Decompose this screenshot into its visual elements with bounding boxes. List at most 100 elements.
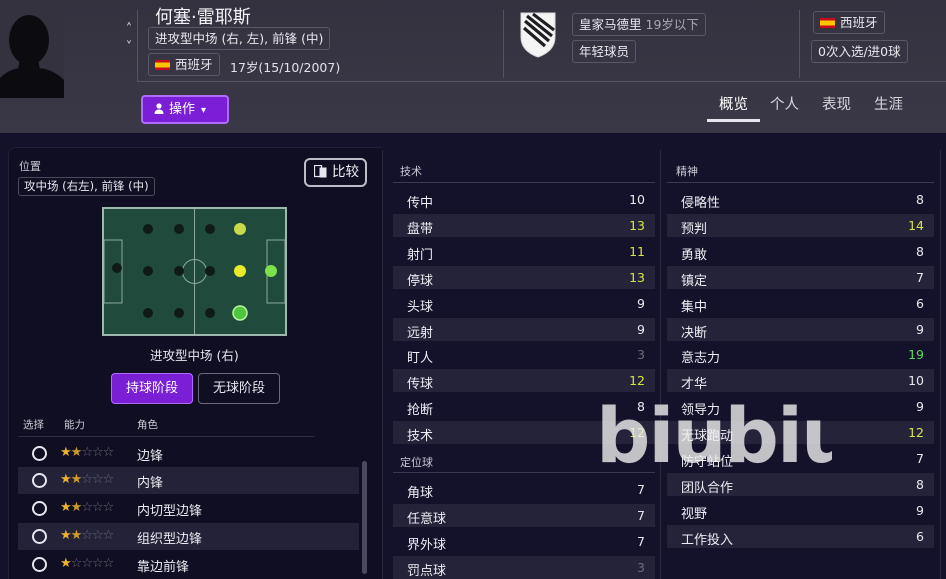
attribute-name: 无球跑动 (681, 429, 734, 445)
attribute-name: 视野 (681, 506, 708, 522)
technical-title: 技术 (400, 165, 422, 178)
actions-button[interactable]: 操作 ▾ (141, 95, 229, 124)
role-row[interactable]: ★★☆☆☆ 边锋 (18, 440, 359, 467)
role-row[interactable]: ★★☆☆☆ 内锋 (18, 467, 359, 494)
attribute-name: 技术 (407, 429, 434, 445)
attribute-value: 8 (916, 243, 924, 259)
set-pieces-title: 定位球 (400, 456, 433, 469)
star-icon: ☆ (70, 556, 83, 571)
attribute-row[interactable]: 盯人 3 (393, 343, 655, 366)
roles-scrollbar[interactable] (362, 461, 367, 574)
roles-header-rule (18, 436, 314, 437)
attribute-name: 角球 (407, 486, 434, 501)
role-row[interactable]: ★★☆☆☆ 内切型边锋 (18, 495, 359, 522)
club-crest-icon[interactable] (519, 11, 557, 59)
star-icon: ★ (70, 500, 83, 515)
attribute-row[interactable]: 罚点球 3 (393, 555, 655, 579)
compare-button-label: 比较 (332, 164, 359, 180)
role-radio[interactable] (32, 529, 47, 544)
attribute-row[interactable]: 无球跑动 12 (667, 421, 934, 445)
attribute-row[interactable]: 远射 9 (393, 317, 655, 341)
attribute-row[interactable]: 停球 13 (393, 265, 655, 289)
tab-career[interactable]: 生涯 (874, 93, 903, 114)
attribute-row[interactable]: 技术 12 (393, 421, 655, 445)
star-icon: ☆ (91, 500, 104, 515)
tab-overview[interactable]: 概览 (719, 93, 748, 114)
position-pitch[interactable] (102, 207, 287, 336)
attribute-value: 6 (916, 528, 924, 544)
player-name: 何塞·雷耶斯 (155, 7, 251, 28)
attribute-row[interactable]: 传球 12 (393, 369, 655, 393)
attribute-name: 抢断 (407, 403, 434, 419)
attribute-row[interactable]: 传中 10 (393, 188, 655, 211)
attribute-row[interactable]: 勇敢 8 (667, 240, 934, 263)
national-team-chip[interactable]: 西班牙 (813, 11, 885, 34)
star-icon: ☆ (81, 528, 93, 543)
attribute-value: 8 (637, 399, 645, 415)
attribute-name: 盘带 (407, 221, 434, 237)
attribute-row[interactable]: 任意球 7 (393, 503, 655, 527)
compare-button[interactable]: 比较 (304, 158, 367, 187)
role-row[interactable]: ★☆☆☆☆ 靠边前锋 (18, 551, 359, 578)
attribute-row[interactable]: 角球 7 (393, 478, 655, 501)
out-of-possession-tab[interactable]: 无球阶段 (198, 373, 280, 404)
club-chip[interactable]: 皇家马德里 19岁以下 (572, 13, 706, 36)
star-icon: ☆ (102, 445, 115, 460)
attribute-row[interactable]: 镇定 7 (667, 265, 934, 289)
attribute-row[interactable]: 才华 10 (667, 369, 934, 393)
attribute-value: 14 (908, 217, 924, 233)
role-radio[interactable] (32, 473, 47, 488)
international-caps: 0次入选/进0球 (811, 40, 908, 63)
active-tab-indicator (707, 119, 760, 122)
attribute-row[interactable]: 防守站位 7 (667, 447, 934, 470)
attribute-row[interactable]: 头球 9 (393, 292, 655, 315)
role-ability-stars: ★★☆☆☆ (60, 472, 114, 487)
attribute-row[interactable]: 抢断 8 (393, 395, 655, 418)
nationality-chip[interactable]: 西班牙 (148, 53, 220, 76)
attribute-value: 12 (908, 425, 924, 441)
role-radio[interactable] (32, 557, 47, 572)
chevron-down-icon: ▾ (201, 105, 207, 116)
attribute-row[interactable]: 团队合作 8 (667, 472, 934, 496)
technical-rule (393, 182, 655, 183)
column-ability: 能力 (64, 419, 85, 431)
previous-player-arrow-icon[interactable]: ˄ (121, 22, 137, 38)
tab-personal[interactable]: 个人 (770, 93, 799, 114)
attribute-value: 7 (916, 269, 924, 285)
attribute-row[interactable]: 界外球 7 (393, 530, 655, 553)
attribute-value: 12 (629, 425, 645, 441)
next-player-arrow-icon[interactable]: ˅ (121, 40, 137, 56)
national-team-label: 西班牙 (840, 15, 878, 30)
attribute-row[interactable]: 射门 11 (393, 240, 655, 263)
attribute-value: 9 (637, 295, 645, 311)
attribute-row[interactable]: 工作投入 6 (667, 524, 934, 548)
header-divider (137, 10, 138, 82)
attribute-value: 9 (916, 321, 924, 337)
attribute-value: 13 (629, 217, 645, 233)
position-section-title: 位置 (19, 160, 41, 173)
attribute-row[interactable]: 侵略性 8 (667, 188, 934, 211)
star-icon: ☆ (91, 556, 104, 571)
attribute-row[interactable]: 集中 6 (667, 292, 934, 315)
in-possession-tab[interactable]: 持球阶段 (111, 373, 193, 404)
role-radio[interactable] (32, 446, 47, 461)
attribute-row[interactable]: 视野 9 (667, 499, 934, 522)
attribute-row[interactable]: 盘带 13 (393, 213, 655, 237)
role-radio[interactable] (32, 501, 47, 516)
tab-performance[interactable]: 表现 (822, 93, 851, 114)
attribute-row[interactable]: 意志力 19 (667, 343, 934, 366)
star-icon: ★ (60, 528, 72, 543)
attribute-name: 工作投入 (681, 532, 734, 548)
attribute-row[interactable]: 预判 14 (667, 213, 934, 237)
attribute-name: 领导力 (681, 403, 721, 419)
star-icon: ☆ (81, 472, 93, 487)
player-header: ˄ ˅ 何塞·雷耶斯 进攻型中场 (右, 左), 前锋 (中) 西班牙 17岁(… (0, 0, 946, 133)
player-age: 17岁(15/10/2007) (230, 60, 341, 75)
role-row[interactable]: ★★☆☆☆ 组织型边锋 (18, 523, 359, 550)
attribute-row[interactable]: 领导力 9 (667, 395, 934, 418)
attribute-row[interactable]: 决断 9 (667, 317, 934, 341)
attribute-value: 6 (916, 295, 924, 311)
spain-flag-icon (155, 60, 170, 70)
attribute-value: 12 (629, 373, 645, 389)
attribute-name: 勇敢 (681, 247, 708, 263)
